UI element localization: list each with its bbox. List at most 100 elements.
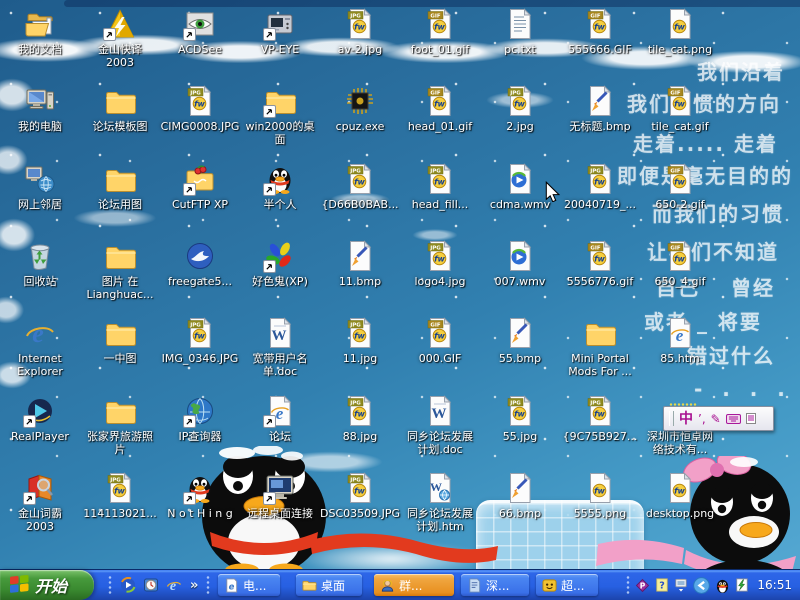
desktop-icon[interactable]: 我的电脑 xyxy=(0,85,80,133)
desktop-icon[interactable]: JPGfw{D66B0BAB... xyxy=(320,163,400,211)
desktop-icon[interactable]: JPGfwav-2.jpg xyxy=(320,8,400,56)
desktop-icon[interactable]: GIFfwfoot_01.gif xyxy=(400,8,480,56)
help-question-icon[interactable]: ? xyxy=(655,578,669,592)
qq-messenger-icon[interactable] xyxy=(715,578,730,593)
desktop-icon[interactable]: 金山快译 2003 xyxy=(80,8,160,69)
pinwheel-icon xyxy=(263,240,297,274)
jpg-icon: JPGfw xyxy=(343,8,377,42)
desktop-icon[interactable]: RealPlayer xyxy=(0,395,80,443)
desktop-icon[interactable]: 半个人 xyxy=(240,163,320,211)
desktop-icon[interactable]: 论坛用图 xyxy=(80,163,160,211)
desktop-icon[interactable]: 一中图 xyxy=(80,317,160,365)
desktop-icon[interactable]: 远程桌面连接 xyxy=(240,472,320,520)
desktop-icon[interactable]: 我的文档 xyxy=(0,8,80,56)
ime-pen-button[interactable]: ✎ xyxy=(711,413,721,425)
desktop-icon[interactable]: 金山词霸 2003 xyxy=(0,472,80,533)
quick-launch-separator[interactable] xyxy=(206,575,210,595)
icon-label: 我的电脑 xyxy=(0,120,80,133)
desktop-icon[interactable]: W宽带用户名 单.doc xyxy=(240,317,320,378)
taskbar-button[interactable]: 深... xyxy=(461,574,529,596)
desktop-icon[interactable]: 66.bmp xyxy=(480,472,560,520)
taskbar-button[interactable]: 桌面 xyxy=(296,574,362,596)
ime-drag-handle[interactable] xyxy=(669,411,674,426)
desktop-icon[interactable]: JPGfw11.jpg xyxy=(320,317,400,365)
tray-clock[interactable]: 16:51 xyxy=(757,578,792,592)
desktop-icon[interactable]: IP查询器 xyxy=(160,395,240,443)
ime-phonetic-button[interactable]: ’, xyxy=(698,413,706,425)
desktop-icon[interactable]: ACDSee xyxy=(160,8,240,56)
desktop-icon[interactable]: 55.bmp xyxy=(480,317,560,365)
desktop-icon[interactable]: cpuz.exe xyxy=(320,85,400,133)
desktop-icon[interactable]: JPGfw114113021... xyxy=(80,472,160,520)
desktop-icon[interactable]: 网上邻居 xyxy=(0,163,80,211)
desktop-icon[interactable]: Mini Portal Mods For ... xyxy=(560,317,640,378)
taskbar-button[interactable]: 群... xyxy=(374,574,454,596)
desktop-icon[interactable]: JPGfw{9C75B927... xyxy=(560,395,640,443)
icon-label: 金山词霸 2003 xyxy=(0,507,80,533)
doc-icon: W xyxy=(423,395,457,429)
desktop-icon[interactable]: GIFfw650_4.gif xyxy=(640,240,720,288)
gif-icon: GIFfw xyxy=(423,317,457,351)
desktop-icon[interactable]: win2000的桌 面 xyxy=(240,85,320,146)
desktop-icon[interactable]: GIFfw5556776.gif xyxy=(560,240,640,288)
start-button[interactable]: 开始 xyxy=(0,570,94,600)
gif-icon: GIFfw xyxy=(423,85,457,119)
chevron-more-icon[interactable]: » xyxy=(190,578,198,593)
desktop-icon[interactable]: W同乡论坛发展 计划.doc xyxy=(400,395,480,456)
desktop-icon[interactable]: fwtile_cat.png xyxy=(640,8,720,56)
desktop-icon[interactable]: 好色鬼(XP) xyxy=(240,240,320,288)
desktop-icon[interactable]: 11.bmp xyxy=(320,240,400,288)
lightning-page-icon[interactable] xyxy=(735,578,749,592)
desktop-icon[interactable]: JPGfw88.jpg xyxy=(320,395,400,443)
desktop-icon[interactable]: 图片 在 Lianghuac... xyxy=(80,240,160,301)
lightning-icon xyxy=(103,8,137,42)
desktop-icon[interactable]: 论坛模板图 xyxy=(80,85,160,133)
desktop-icon[interactable]: eInternet Explorer xyxy=(0,317,80,378)
quick-launch-separator[interactable] xyxy=(108,575,112,595)
icon-label: 深圳市恒卓网 络技术有... xyxy=(640,430,720,456)
taskbar-button[interactable]: 超... xyxy=(536,574,598,596)
desktop-icon[interactable]: JPGfwlogo4.jpg xyxy=(400,240,480,288)
desktop-icon[interactable]: JPGfwCIMG0008.JPG xyxy=(160,85,240,133)
internet-explorer-icon[interactable]: e xyxy=(166,577,182,593)
desktop-icon[interactable]: fw5555.png xyxy=(560,472,640,520)
desktop-icon[interactable]: JPGfwIMG_0346.JPG xyxy=(160,317,240,365)
desktop-icon[interactable]: GIFfw555666.GIF xyxy=(560,8,640,56)
display-settings-icon[interactable] xyxy=(674,578,688,592)
desktop-icon[interactable]: e85.htm xyxy=(640,317,720,365)
icon-label: av-2.jpg xyxy=(320,43,400,56)
desktop-icon[interactable]: JPGfw20040719_... xyxy=(560,163,640,211)
desktop-icon[interactable]: JPGfw2.jpg xyxy=(480,85,560,133)
clock-app-icon[interactable] xyxy=(143,577,159,593)
desktop-icon[interactable]: e论坛 xyxy=(240,395,320,443)
desktop-icon[interactable]: GIFfw650-2.gif xyxy=(640,163,720,211)
ime-keyboard-icon[interactable] xyxy=(726,414,741,424)
purple-diamond-icon[interactable]: P xyxy=(635,578,650,593)
desktop-icon[interactable]: GIFfw000.GIF xyxy=(400,317,480,365)
media-player-icon[interactable] xyxy=(120,577,136,593)
desktop-icon[interactable]: 007.wmv xyxy=(480,240,560,288)
desktop-icon[interactable]: 张家界旅游照 片 xyxy=(80,395,160,456)
desktop-icon[interactable]: pc.txt xyxy=(480,8,560,56)
taskbar-button[interactable]: e电... xyxy=(218,574,280,596)
ime-menu-button[interactable] xyxy=(746,413,756,424)
desktop-icon[interactable]: freegate5... xyxy=(160,240,240,288)
desktop-icon[interactable]: JPGfw55.jpg xyxy=(480,395,560,443)
desktop-icon[interactable]: JPGfwhead_fill... xyxy=(400,163,480,211)
back-arrow-circle-icon[interactable] xyxy=(693,577,710,594)
desktop-icon[interactable]: GIFfwhead_01.gif xyxy=(400,85,480,133)
desktop-icon[interactable]: GIFfwtile_cat.gif xyxy=(640,85,720,133)
desktop-icon[interactable]: fwdesktop.png xyxy=(640,472,720,520)
desktop-icon[interactable]: N o t H i n g xyxy=(160,472,240,520)
tray-separator[interactable] xyxy=(626,575,630,595)
desktop-icon[interactable]: CutFTP XP xyxy=(160,163,240,211)
desktop-icon[interactable]: 回收站 xyxy=(0,240,80,288)
desktop-icon[interactable]: W同乡论坛发展 计划.htm xyxy=(400,472,480,533)
ime-bar[interactable]: 中 ’, ✎ xyxy=(663,406,774,431)
desktop-icon[interactable]: JPGfwDSC03509.JPG xyxy=(320,472,400,520)
ime-chinese-mode-button[interactable]: 中 xyxy=(679,412,693,426)
icon-label: 回收站 xyxy=(0,275,80,288)
desktop-icon[interactable]: 无标题.bmp xyxy=(560,85,640,133)
desktop-icon[interactable]: VP-EYE xyxy=(240,8,320,56)
icon-label: 650_4.gif xyxy=(640,275,720,288)
